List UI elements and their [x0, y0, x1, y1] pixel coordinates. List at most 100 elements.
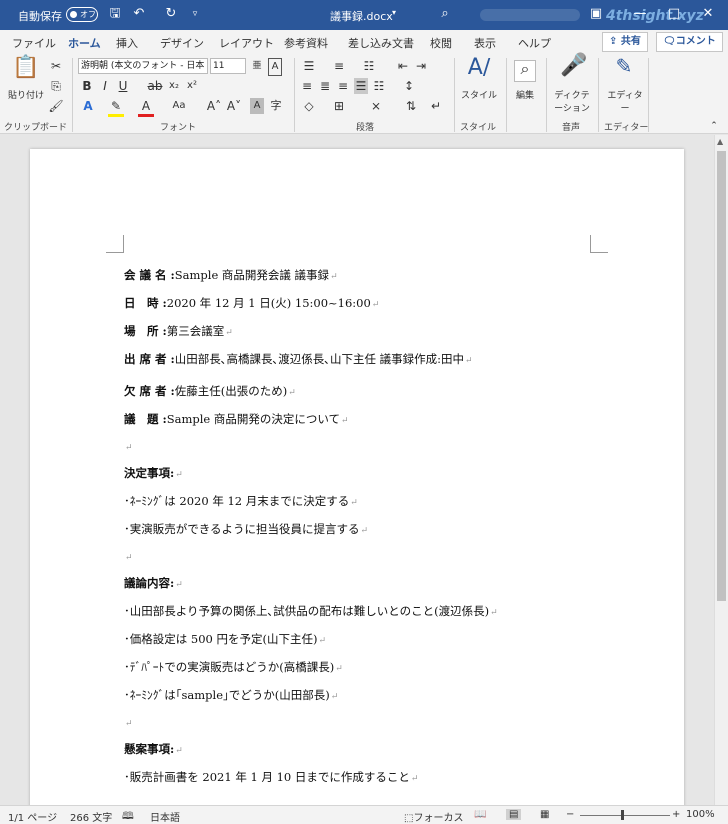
paste-icon[interactable]: 📋 — [12, 57, 39, 86]
document-line[interactable]: 会 議 名 :Sample 商品開発会議 議事録↵ — [124, 267, 338, 283]
zoom-in-icon[interactable]: + — [672, 809, 680, 820]
grow-font-icon[interactable]: A˄ — [206, 98, 222, 114]
char-border-icon[interactable]: A — [268, 58, 282, 76]
strikethrough-icon[interactable]: ab — [146, 78, 164, 94]
document-line[interactable]: 議 題 :Sample 商品開発の決定について↵ — [124, 411, 349, 427]
editor-label[interactable]: エディター — [604, 88, 646, 114]
proofing-icon[interactable]: 🕮 — [122, 809, 134, 824]
document-line[interactable]: ･ﾃﾞﾊﾟｰﾄでの実演販売はどうか(高橋課長)↵ — [124, 659, 343, 675]
tab-help[interactable]: ヘルプ — [518, 35, 551, 51]
tab-view[interactable]: 表示 — [474, 35, 496, 51]
dictate-label[interactable]: ディクテーション — [550, 88, 594, 114]
document-line[interactable]: ･販売計画書を 2021 年 1 月 10 日までに作成すること↵ — [124, 769, 418, 785]
show-marks-icon[interactable]: ↵ — [428, 98, 444, 114]
document-line[interactable]: 出 席 者 :山田部長､高橋課長､渡辺係長､山下主任 議事録作成:田中↵ — [124, 351, 473, 367]
char-shading-icon[interactable]: A — [250, 98, 264, 114]
autosave-toggle[interactable]: オフ — [66, 7, 98, 22]
share-button[interactable]: ⇪ 共有 — [602, 32, 648, 52]
account-area[interactable] — [480, 9, 580, 21]
copy-icon[interactable]: ⎘ — [48, 78, 64, 94]
focus-button[interactable]: ⬚フォーカス — [404, 809, 463, 824]
document-line[interactable]: ↵ — [124, 549, 133, 563]
numbering-icon[interactable]: ≡ — [330, 58, 348, 74]
subscript-icon[interactable]: x₂ — [166, 78, 182, 94]
maximize-icon[interactable]: □ — [664, 4, 684, 24]
italic-icon[interactable]: I — [98, 78, 112, 94]
tab-layout[interactable]: レイアウト — [219, 35, 274, 51]
customize-qat-icon[interactable]: ▿ — [186, 5, 204, 23]
document-line[interactable]: ･ﾈｰﾐﾝｸﾞは｢sample｣でどうか(山田部長)↵ — [124, 687, 338, 703]
shrink-font-icon[interactable]: A˅ — [226, 98, 242, 114]
zoom-level[interactable]: 100% — [686, 809, 715, 820]
zoom-out-icon[interactable]: − — [566, 809, 574, 820]
tab-references[interactable]: 参考資料 — [284, 35, 328, 51]
bullets-icon[interactable]: ☰ — [300, 58, 318, 74]
microphone-icon[interactable]: 🎤 — [560, 55, 587, 84]
collapse-ribbon-icon[interactable]: ⌃ — [708, 118, 720, 134]
scroll-thumb[interactable] — [717, 151, 726, 601]
document-line[interactable]: 決定事項:↵ — [124, 465, 183, 481]
highlight-icon[interactable]: ✎ — [108, 98, 124, 117]
borders-icon[interactable]: ⊞ — [330, 98, 348, 114]
styles-icon[interactable]: A∕ — [464, 57, 494, 86]
asian-layout-icon[interactable]: ⨯ — [366, 98, 386, 114]
undo-icon[interactable]: ↶ — [130, 5, 148, 23]
document-line[interactable]: ↵ — [124, 439, 133, 453]
tab-review[interactable]: 校閲 — [430, 35, 452, 51]
document-line[interactable]: ･実演販売ができるように担当役員に提言する↵ — [124, 521, 368, 537]
decrease-indent-icon[interactable]: ⇤ — [396, 58, 410, 74]
font-color-icon[interactable]: A — [138, 98, 154, 117]
document-line[interactable]: 懸案事項:↵ — [124, 741, 183, 757]
line-spacing-icon[interactable]: ↕ — [400, 78, 418, 94]
superscript-icon[interactable]: x² — [184, 78, 200, 94]
title-dropdown-icon[interactable]: ▾ — [392, 8, 396, 17]
document-line[interactable]: 日 時 :2020 年 12 月 1 日(火) 15:00~16:00↵ — [124, 295, 379, 311]
document-line[interactable]: ↵ — [124, 715, 133, 729]
save-icon[interactable]: 🖫 — [106, 5, 124, 23]
print-layout-icon[interactable]: ▤ — [506, 809, 522, 820]
search-icon[interactable]: ⌕ — [436, 5, 454, 23]
editor-icon[interactable]: ✎ — [612, 56, 636, 84]
distributed-icon[interactable]: ☷ — [372, 78, 386, 94]
tab-home[interactable]: ホーム — [68, 35, 101, 56]
page-count[interactable]: 1/1 ページ — [8, 809, 57, 824]
justify-icon[interactable]: ☰ — [354, 78, 368, 94]
font-name-select[interactable]: 游明朝 (本文のフォント - 日本 — [78, 58, 208, 74]
tab-file[interactable]: ファイル — [12, 35, 56, 51]
text-effects-icon[interactable]: A — [80, 98, 96, 114]
zoom-slider[interactable] — [580, 815, 670, 816]
zoom-thumb[interactable] — [621, 810, 624, 820]
tab-insert[interactable]: 挿入 — [116, 35, 138, 51]
phonetic-guide-icon[interactable]: 亜 — [250, 58, 264, 74]
font-size-select[interactable]: 11 — [210, 58, 246, 74]
close-icon[interactable]: ✕ — [698, 4, 718, 24]
styles-label[interactable]: スタイル — [456, 88, 502, 101]
enclose-char-icon[interactable]: 字 — [268, 98, 284, 114]
document-title[interactable]: 議事録.docx — [330, 8, 393, 24]
document-line[interactable]: 議論内容:↵ — [124, 575, 183, 591]
document-page[interactable]: 会 議 名 :Sample 商品開発会議 議事録↵ 日 時 :2020 年 12 … — [30, 149, 684, 824]
scroll-up-icon[interactable]: ▲ — [717, 137, 723, 146]
underline-icon[interactable]: U — [116, 78, 130, 94]
paste-label[interactable]: 貼り付け — [6, 88, 46, 101]
redo-icon[interactable]: ↻ — [162, 5, 180, 23]
vertical-scrollbar[interactable]: ▲ — [714, 135, 728, 805]
bold-icon[interactable]: B — [80, 78, 94, 94]
document-line[interactable]: ･ﾈｰﾐﾝｸﾞは 2020 年 12 月末までに決定する↵ — [124, 493, 358, 509]
language[interactable]: 日本語 — [150, 809, 180, 824]
increase-indent-icon[interactable]: ⇥ — [414, 58, 428, 74]
word-count[interactable]: 266 文字 — [70, 809, 112, 824]
tab-design[interactable]: デザイン — [160, 35, 204, 51]
align-left-icon[interactable]: ≡ — [300, 78, 314, 94]
sort-icon[interactable]: ⇅ — [402, 98, 420, 114]
change-case-icon[interactable]: Aa — [168, 98, 190, 114]
edit-label[interactable]: 編集 — [508, 88, 542, 101]
find-icon[interactable]: ⌕ — [514, 60, 536, 82]
format-painter-icon[interactable]: 🖌 — [48, 98, 64, 114]
tab-mailings[interactable]: 差し込み文書 — [348, 35, 414, 51]
align-right-icon[interactable]: ≡ — [336, 78, 350, 94]
cut-icon[interactable]: ✂ — [48, 58, 64, 74]
align-center-icon[interactable]: ≣ — [318, 78, 332, 94]
multilevel-list-icon[interactable]: ☷ — [360, 58, 378, 74]
read-mode-icon[interactable]: 📖 — [474, 809, 486, 820]
